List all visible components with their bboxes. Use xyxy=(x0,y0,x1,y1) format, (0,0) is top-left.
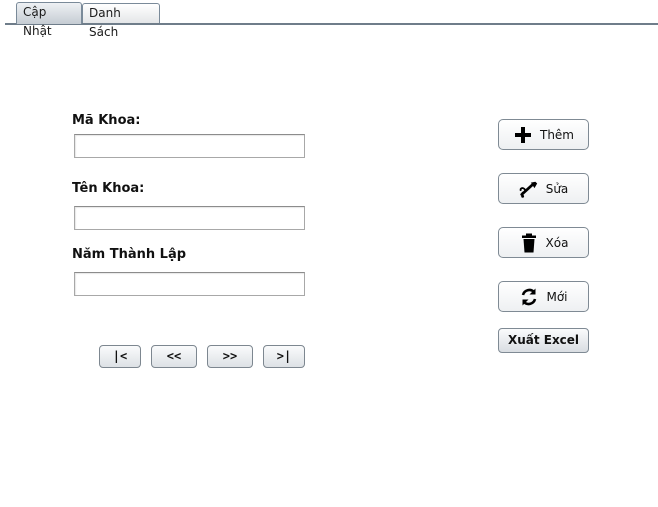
ten-khoa-label: Tên Khoa: xyxy=(72,181,145,196)
tab-divider xyxy=(5,23,658,25)
trash-icon xyxy=(519,233,539,253)
plus-icon xyxy=(513,125,533,145)
previous-record-button[interactable]: << xyxy=(151,345,197,368)
tab-bar: Cập Nhật Danh Sách xyxy=(0,0,658,39)
tab-danh-sach[interactable]: Danh Sách xyxy=(82,3,160,39)
new-button-label: Mới xyxy=(546,289,568,304)
ma-khoa-label: Mã Khoa: xyxy=(72,113,141,128)
edit-button-label: Sửa xyxy=(545,181,569,196)
ma-khoa-input[interactable] xyxy=(74,134,305,158)
edit-tool-icon xyxy=(519,179,539,199)
add-button[interactable]: Thêm xyxy=(498,119,589,150)
new-button[interactable]: Mới xyxy=(498,281,589,312)
delete-button-label: Xóa xyxy=(545,235,569,250)
add-button-label: Thêm xyxy=(539,127,574,142)
last-record-button[interactable]: >| xyxy=(263,345,305,368)
nam-thanh-lap-input[interactable] xyxy=(74,272,305,296)
delete-button[interactable]: Xóa xyxy=(498,227,589,258)
first-record-button[interactable]: |< xyxy=(99,345,141,368)
next-record-button[interactable]: >> xyxy=(207,345,253,368)
nam-thanh-lap-label: Năm Thành Lập xyxy=(72,247,187,262)
ten-khoa-input[interactable] xyxy=(74,206,305,230)
edit-button[interactable]: Sửa xyxy=(498,173,589,204)
tab-cap-nhat[interactable]: Cập Nhật xyxy=(16,2,82,38)
refresh-icon xyxy=(519,287,539,307)
export-excel-button[interactable]: Xuất Excel xyxy=(498,328,589,353)
